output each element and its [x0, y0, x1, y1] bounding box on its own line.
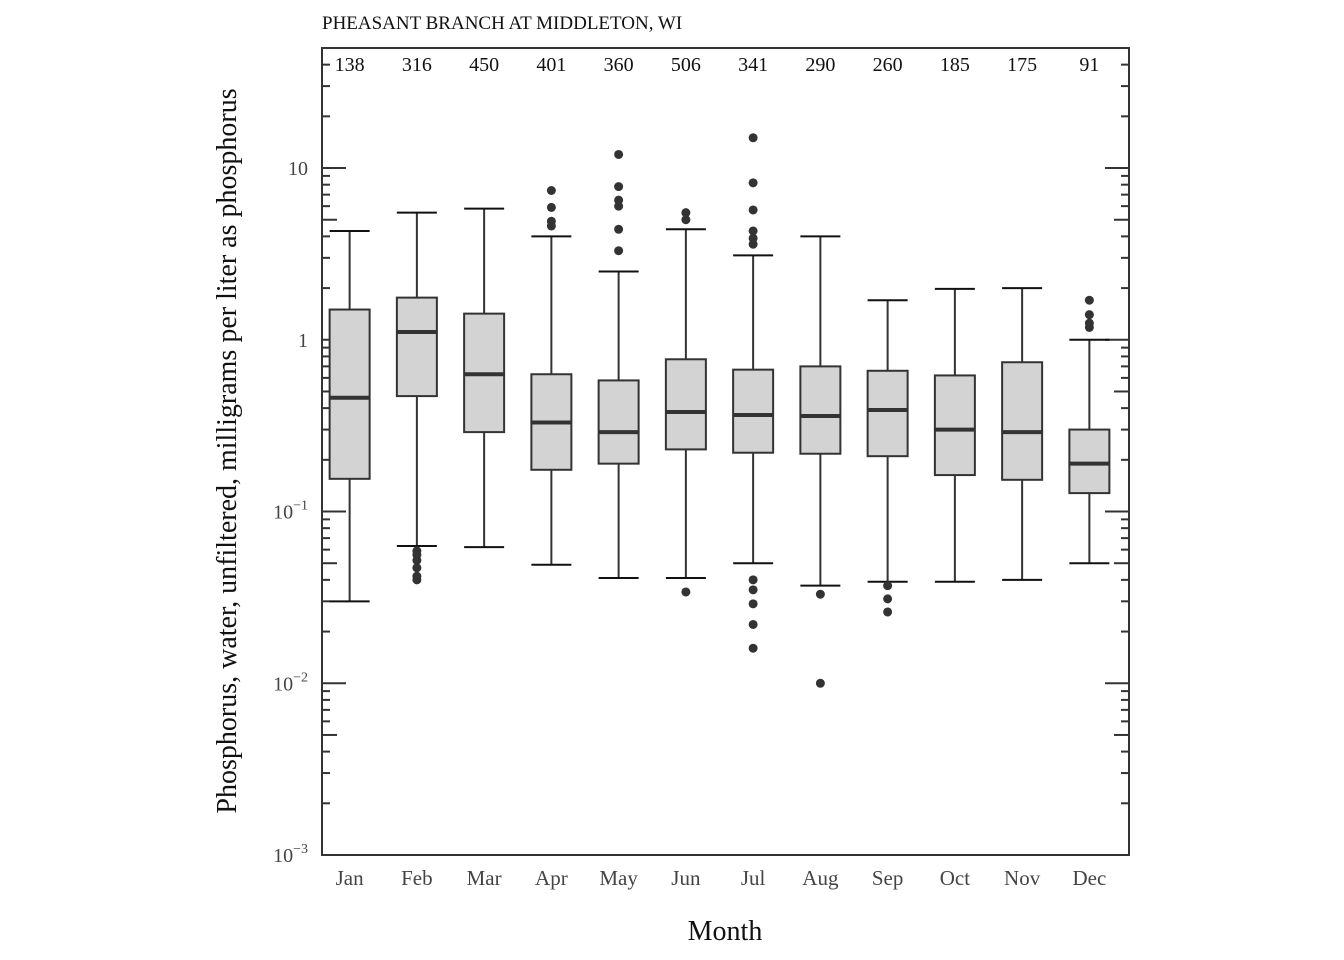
x-axis-label: Month [688, 916, 763, 947]
chart-title: PHEASANT BRANCH AT MIDDLETON, WI [322, 13, 682, 34]
outlier-point [1084, 295, 1094, 305]
box-jul [732, 133, 775, 653]
outlier-point [748, 619, 758, 629]
x-tick-label: Dec [1072, 866, 1106, 890]
outlier-point [614, 246, 624, 256]
box-jan [328, 229, 371, 603]
x-tick-label: May [599, 866, 638, 890]
y-tick-label: 10 [288, 158, 308, 180]
x-tick-label: Nov [1004, 866, 1041, 890]
count-label: 401 [536, 54, 566, 76]
box-aug [799, 235, 842, 688]
x-tick-label: Feb [401, 866, 433, 890]
iqr-box [597, 379, 640, 465]
outlier-point [883, 594, 893, 604]
x-tick-label: Mar [467, 866, 502, 890]
outlier-point [681, 215, 691, 225]
boxplot-chart: PHEASANT BRANCH AT MIDDLETON, WI 10 1 10−1… [212, 13, 1130, 947]
x-tick-label: Jul [741, 866, 766, 890]
y-tick-label: 10−1 [273, 499, 308, 524]
x-tick-label: Oct [940, 866, 970, 890]
iqr-box [664, 358, 707, 451]
count-label: 450 [469, 54, 499, 76]
box-nov [1001, 287, 1044, 581]
iqr-box [395, 296, 438, 398]
box-oct [933, 287, 976, 583]
outlier-point [681, 587, 691, 597]
outlier-point [614, 182, 624, 192]
iqr-box [866, 369, 909, 458]
iqr-box [1068, 428, 1111, 495]
outlier-point [412, 575, 422, 585]
count-label: 506 [671, 54, 701, 76]
y-tick-label: 10−2 [273, 670, 308, 695]
y-axis-label: Phosphorus, water, unfiltered, milligram… [212, 88, 243, 813]
x-tick-label: Jun [671, 866, 701, 890]
box-feb [395, 211, 438, 585]
count-label: 260 [873, 54, 903, 76]
iqr-box [799, 365, 842, 455]
box-dec [1068, 295, 1111, 565]
iqr-box [732, 368, 775, 454]
count-label: 91 [1079, 54, 1099, 76]
y-tick-label: 1 [298, 330, 308, 352]
outlier-point [748, 239, 758, 249]
count-label: 138 [335, 54, 365, 76]
outlier-point [748, 205, 758, 215]
outlier-point [815, 589, 825, 599]
count-label: 290 [805, 54, 835, 76]
outlier-point [614, 201, 624, 211]
x-tick-label: Sep [872, 866, 904, 890]
count-label: 316 [402, 54, 432, 76]
count-label: 360 [604, 54, 634, 76]
iqr-box [1001, 361, 1044, 481]
x-tick-label: Jan [336, 866, 364, 890]
outlier-point [748, 178, 758, 188]
y-tick-label: 10−3 [273, 842, 308, 867]
outlier-point [614, 224, 624, 234]
box-apr [530, 185, 573, 566]
count-label: 175 [1007, 54, 1037, 76]
outlier-point [1084, 310, 1094, 320]
outlier-point [815, 678, 825, 688]
count-label: 341 [738, 54, 768, 76]
outlier-point [1084, 322, 1094, 332]
outlier-point [748, 643, 758, 653]
outlier-point [412, 563, 422, 573]
outlier-point [748, 575, 758, 585]
outlier-point [748, 133, 758, 143]
outlier-point [748, 585, 758, 595]
iqr-box [933, 374, 976, 477]
outlier-point [614, 149, 624, 159]
box-jun [664, 208, 707, 597]
outlier-point [546, 202, 556, 212]
tick-labels: 10 1 10−1 10−2 10−3 138 Jan 316 Feb 450 Mar 401 Apr 3… [273, 54, 1106, 890]
x-tick-label: Aug [802, 866, 839, 890]
outlier-point [748, 599, 758, 609]
boxes [328, 133, 1111, 688]
box-mar [463, 207, 506, 549]
outlier-point [546, 221, 556, 231]
outlier-point [546, 185, 556, 195]
outlier-point [883, 607, 893, 617]
box-may [597, 149, 640, 580]
outlier-point [883, 581, 893, 591]
box-sep [866, 299, 909, 617]
iqr-box [328, 308, 371, 480]
count-label: 185 [940, 54, 970, 76]
x-tick-label: Apr [535, 866, 568, 890]
